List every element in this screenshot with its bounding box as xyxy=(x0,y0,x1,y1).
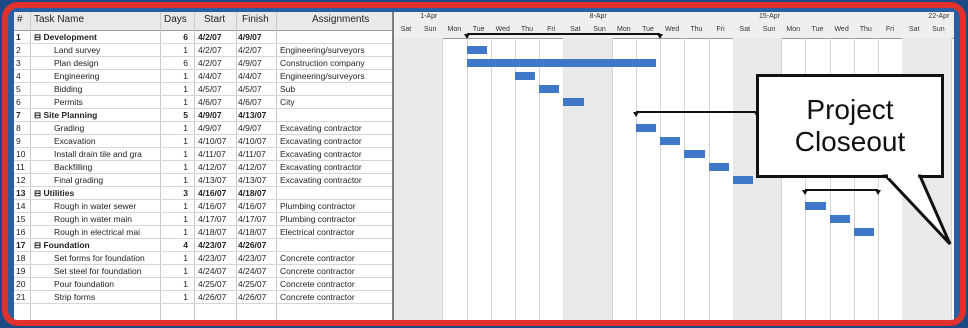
screenshot-frame: # Task Name Days Start Finish Assignment… xyxy=(2,2,966,326)
callout-pointer xyxy=(882,172,952,246)
project-window: # Task Name Days Start Finish Assignment… xyxy=(14,12,954,320)
